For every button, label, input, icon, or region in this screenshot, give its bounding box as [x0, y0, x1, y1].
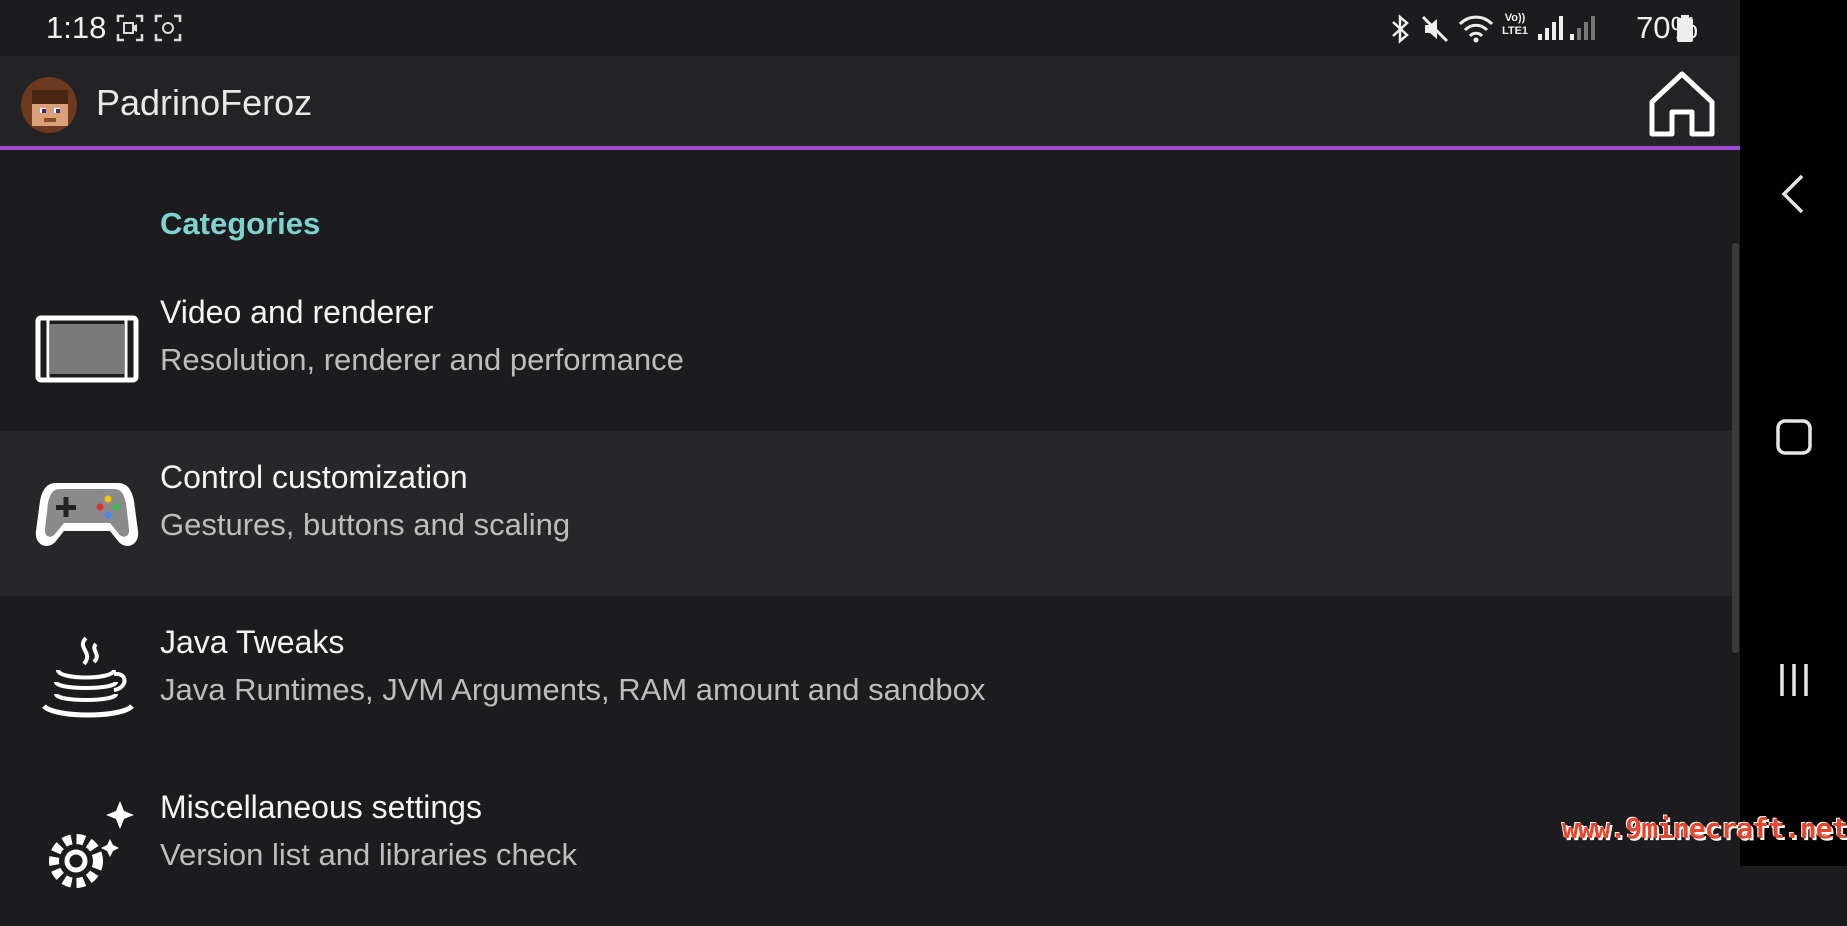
- display-icon: [35, 315, 139, 383]
- home-circle-icon[interactable]: [1764, 407, 1824, 467]
- mute-icon: [1421, 15, 1449, 43]
- item-subtitle: Java Runtimes, JVM Arguments, RAM amount…: [160, 672, 986, 707]
- scrollbar[interactable]: [1732, 243, 1739, 653]
- avatar[interactable]: [18, 76, 80, 134]
- status-time: 1:18: [46, 10, 107, 45]
- back-icon[interactable]: [1764, 164, 1824, 224]
- item-subtitle: Resolution, renderer and performance: [160, 342, 684, 377]
- settings-item-misc[interactable]: Miscellaneous settings Version list and …: [0, 761, 1736, 926]
- navigation-bar: [1740, 0, 1847, 866]
- username: PadrinoFeroz: [96, 82, 313, 123]
- settings-item-controls[interactable]: Control customization Gestures, buttons …: [0, 431, 1736, 596]
- settings-item-video[interactable]: Video and renderer Resolution, renderer …: [0, 266, 1736, 431]
- bluetooth-icon: [1392, 14, 1409, 44]
- section-title: Categories: [160, 206, 321, 241]
- item-title: Video and renderer: [160, 294, 434, 330]
- app-bar: PadrinoFeroz: [0, 56, 1740, 150]
- item-subtitle: Version list and libraries check: [160, 837, 577, 872]
- screen-record-icon: [116, 14, 144, 42]
- item-title: Control customization: [160, 459, 468, 495]
- signal-icon-2: [1570, 16, 1595, 40]
- status-bar: 1:18 Vo)) LTE1 70%: [0, 0, 1740, 56]
- gamepad-icon: [35, 483, 139, 546]
- java-icon: [42, 636, 134, 718]
- settings-item-java[interactable]: Java Tweaks Java Runtimes, JVM Arguments…: [0, 596, 1736, 761]
- signal-icon: [1538, 16, 1563, 40]
- recents-icon[interactable]: [1764, 650, 1824, 710]
- item-subtitle: Gestures, buttons and scaling: [160, 507, 571, 542]
- battery-icon: [1677, 15, 1693, 42]
- settings-sparkle-icon: [49, 801, 134, 888]
- screenshot-icon: [154, 14, 182, 42]
- home-icon[interactable]: [1644, 66, 1720, 142]
- watermark: www.9minecraft.net: [1562, 812, 1847, 845]
- volte-icon: Vo)) LTE1: [1501, 12, 1529, 37]
- item-title: Java Tweaks: [160, 624, 345, 660]
- item-title: Miscellaneous settings: [160, 789, 482, 825]
- wifi-icon: [1458, 15, 1494, 43]
- settings-list: Categories Video and renderer Resolution…: [0, 150, 1740, 888]
